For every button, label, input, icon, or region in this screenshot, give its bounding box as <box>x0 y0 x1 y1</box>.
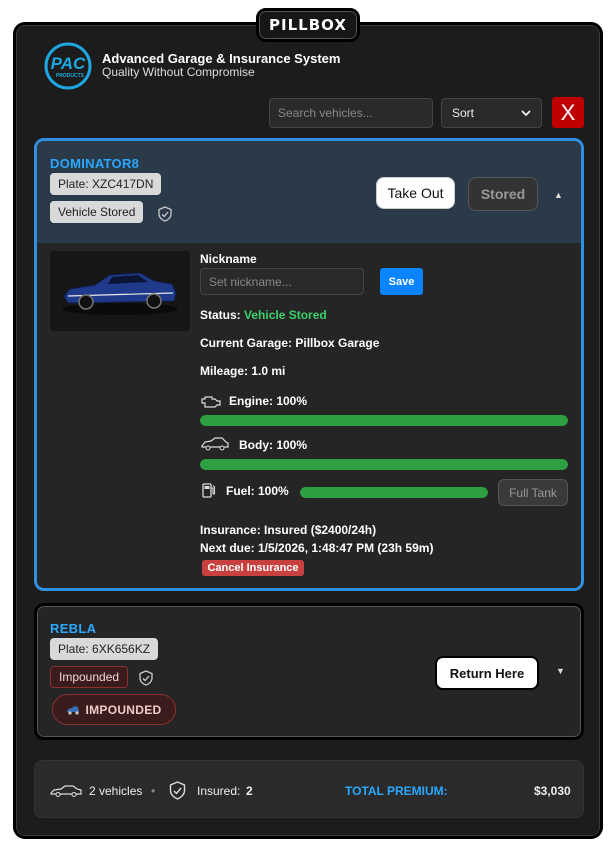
chevron-down-icon <box>521 109 531 116</box>
window-title: PILLBOX <box>256 8 360 42</box>
status-line: Status: Vehicle Stored <box>200 308 327 322</box>
engine-label: Engine: 100% <box>229 394 308 408</box>
summary-footer: 2 vehicles • Insured: 2 TOTAL PREMIUM: $… <box>34 760 584 818</box>
total-premium-label: TOTAL PREMIUM: <box>345 784 448 798</box>
next-due-line: Next due: 1/5/2026, 1:48:47 PM (23h 59m) <box>200 541 434 555</box>
mileage-line: Mileage: 1.0 mi <box>200 364 286 378</box>
body-health-bar <box>200 459 568 470</box>
close-button[interactable]: X <box>552 97 584 128</box>
logo-text: PAC <box>51 54 86 73</box>
plate-chip: Plate: XZC417DN <box>50 173 162 195</box>
vehicle-image <box>50 251 190 331</box>
app-name: Advanced Garage & Insurance System <box>102 51 341 66</box>
shield-icon <box>158 206 172 222</box>
fuel-level-fill <box>300 487 488 498</box>
collapse-caret-icon[interactable]: ▲ <box>554 190 563 200</box>
vehicle-name: DOMINATOR8 <box>50 156 140 171</box>
save-nickname-button[interactable]: Save <box>380 268 423 295</box>
tow-truck-icon <box>67 705 80 715</box>
vehicle-card[interactable]: DOMINATOR8 Plate: XZC417DN Vehicle Store… <box>34 138 584 591</box>
impounded-status-pill: IMPOUNDED <box>52 694 176 725</box>
engine-health-fill <box>200 415 568 426</box>
nickname-input[interactable] <box>200 268 364 295</box>
plate-chip: Plate: 6XK656KZ <box>50 638 159 660</box>
state-chip: Impounded <box>50 666 129 688</box>
body-health-fill <box>200 459 568 470</box>
impounded-status-text: IMPOUNDED <box>85 702 162 717</box>
sort-select[interactable]: Sort <box>441 98 542 128</box>
insured-label: Insured: <box>197 784 241 798</box>
engine-health-bar <box>200 415 568 426</box>
status-label: Status: <box>200 308 241 322</box>
take-out-button[interactable]: Take Out <box>376 177 455 209</box>
insured-count: 2 <box>246 784 253 798</box>
garage-line: Current Garage: Pillbox Garage <box>200 336 380 350</box>
vehicle-name: REBLA <box>50 621 97 636</box>
fuel-level-bar <box>300 487 488 498</box>
full-tank-button[interactable]: Full Tank <box>498 479 568 506</box>
car-icon <box>50 785 82 797</box>
insurance-line: Insurance: Insured ($2400/24h) <box>200 523 377 537</box>
shield-icon <box>139 670 153 686</box>
insurance-shield-icon <box>169 781 186 800</box>
body-label: Body: 100% <box>239 438 308 452</box>
app-tagline: Quality Without Compromise <box>102 65 255 79</box>
fuel-label: Fuel: 100% <box>226 484 289 498</box>
sort-label: Sort <box>452 106 475 120</box>
cancel-insurance-button[interactable]: Cancel Insurance <box>202 560 304 576</box>
return-here-button[interactable]: Return Here <box>435 656 539 690</box>
pac-logo: PAC PRODUCTS <box>44 42 92 90</box>
vehicle-count: 2 vehicles <box>89 784 143 798</box>
stored-button[interactable]: Stored <box>468 177 538 211</box>
state-chip: Vehicle Stored <box>50 201 144 223</box>
fuel-pump-icon <box>202 483 216 498</box>
car-body-icon <box>201 437 229 451</box>
vehicle-card[interactable]: REBLA Plate: 6XK656KZ Impounded IMPOUNDE… <box>34 603 584 740</box>
status-value: Vehicle Stored <box>244 308 327 322</box>
logo-subtext: PRODUCTS <box>56 73 85 79</box>
expand-caret-icon[interactable]: ▼ <box>556 666 565 676</box>
footer-separator: • <box>151 784 156 798</box>
search-input[interactable] <box>269 98 433 128</box>
nickname-label: Nickname <box>200 252 257 266</box>
total-premium-value: $3,030 <box>534 784 571 798</box>
engine-icon <box>201 396 221 408</box>
